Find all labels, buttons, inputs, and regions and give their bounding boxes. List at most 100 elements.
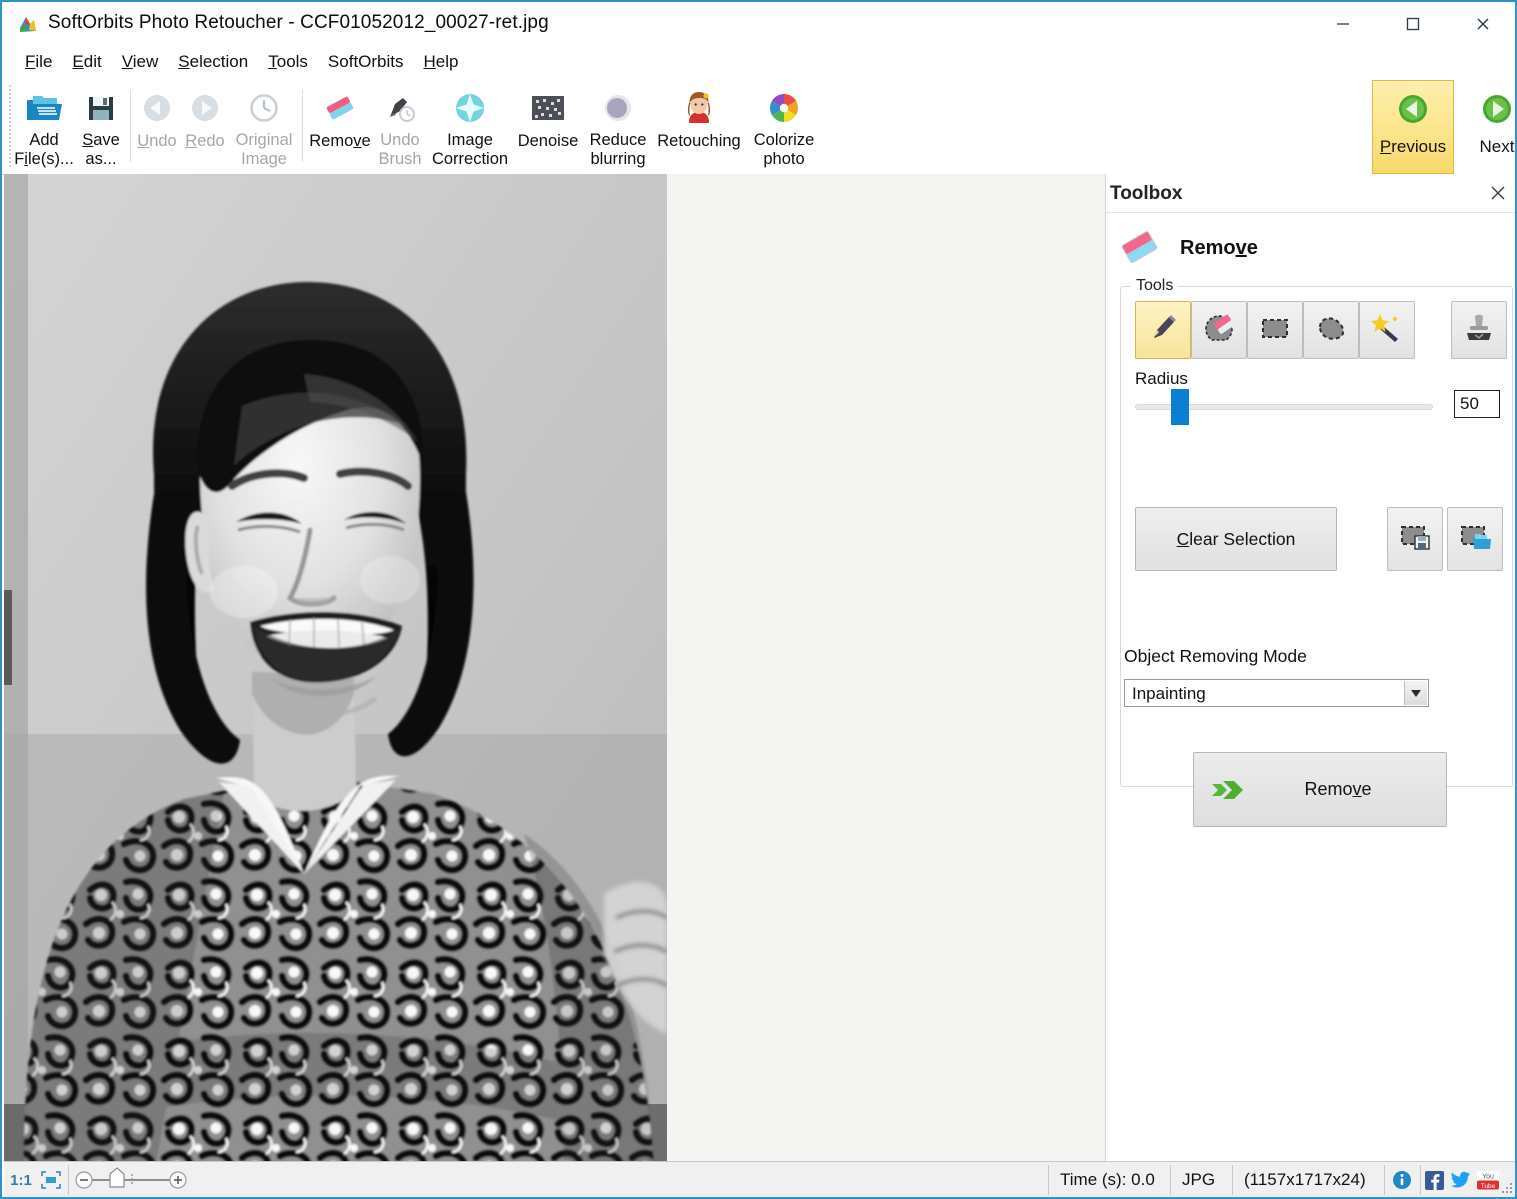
radius-label: Radius: [1135, 369, 1188, 388]
toolbar-label-original-image: Original Image: [235, 131, 293, 168]
svg-text:Tube: Tube: [1481, 1182, 1496, 1189]
next-label: Next: [1479, 137, 1515, 156]
close-button[interactable]: [1460, 2, 1506, 46]
toolbar-button-remove[interactable]: Remove: [307, 82, 373, 170]
green-left-arrow-icon: [1396, 85, 1430, 133]
status-divider: [1048, 1165, 1049, 1195]
menu-item-selection[interactable]: Selection: [169, 49, 257, 75]
toolbar-separator: [130, 90, 131, 162]
clock-history-icon: [247, 85, 281, 130]
toolbar-label-undo: Undo: [137, 132, 177, 150]
pencil-icon: [1146, 311, 1180, 350]
toolbar-gripper[interactable]: [8, 84, 12, 168]
toolbar-button-save-as[interactable]: Save as...: [76, 82, 126, 170]
open-folder-icon: [24, 85, 64, 130]
toolbar-button-reduce-blurring[interactable]: Reduce blurring: [583, 82, 653, 170]
svg-text:You: You: [1482, 1173, 1494, 1180]
toolbar-button-denoise[interactable]: Denoise: [513, 82, 583, 170]
brush-history-icon: [383, 85, 417, 130]
toolbar-label-remove: Remove: [309, 132, 371, 150]
toolbar-separator: [302, 90, 303, 162]
stamp-tool-button[interactable]: [1451, 301, 1507, 359]
status-divider: [68, 1165, 69, 1195]
tools-group: Tools Radius 50 Clear Selection: [1120, 277, 1513, 787]
navigation-group: Previous Next: [1372, 80, 1514, 174]
rubber-stamp-icon: [1462, 311, 1496, 350]
toolbar-label-reduce-blurring: Reduce blurring: [589, 131, 647, 168]
radius-value-input[interactable]: 50: [1454, 390, 1500, 418]
menu-item-tools[interactable]: Tools: [259, 49, 317, 75]
menu-item-file[interactable]: FFileile: [16, 49, 61, 75]
status-divider: [1420, 1165, 1421, 1195]
remove-action-button[interactable]: Remove: [1193, 752, 1447, 827]
toolbar-button-undo[interactable]: Undo: [135, 82, 179, 170]
object-removing-mode-label: Object Removing Mode: [1124, 646, 1307, 666]
object-removing-mode-value: Inpainting: [1132, 684, 1206, 703]
minimize-button[interactable]: [1320, 2, 1366, 46]
toolbar-button-undo-brush[interactable]: Undo Brush: [373, 82, 427, 170]
softorbits-logo-icon: [18, 15, 38, 35]
twitter-icon[interactable]: [1449, 1169, 1473, 1191]
toolbar-label-image-correction: Image Correction: [431, 131, 509, 168]
info-icon[interactable]: [1386, 1163, 1418, 1197]
object-removing-mode-select[interactable]: Inpainting: [1124, 679, 1429, 707]
eraser-tool-button[interactable]: [1191, 301, 1247, 359]
resize-grip-icon[interactable]: [1500, 1181, 1514, 1195]
rectangle-select-tool-button[interactable]: [1247, 301, 1303, 359]
close-icon[interactable]: [1488, 183, 1508, 203]
zoom-buttons-group: 1:1: [6, 1163, 66, 1197]
eraser-circle-icon: [1202, 311, 1236, 350]
toolbar-label-colorize-photo: Colorize photo: [753, 131, 815, 168]
color-wheel-icon: [766, 85, 802, 130]
toolbox-title: Toolbox: [1110, 183, 1183, 204]
lasso-select-tool-button[interactable]: [1303, 301, 1359, 359]
toolbar-label-retouching: Retouching: [657, 132, 741, 150]
toolbar-label-redo: Redo: [185, 132, 225, 150]
save-selection-icon: [1398, 522, 1432, 557]
next-image-button[interactable]: Next: [1456, 80, 1515, 174]
green-double-arrow-icon: [1202, 775, 1258, 805]
magic-wand-tool-button[interactable]: [1359, 301, 1415, 359]
menu-item-view[interactable]: View: [113, 49, 168, 75]
toolbar-label-denoise: Denoise: [517, 132, 579, 150]
floppy-disk-icon: [84, 85, 118, 130]
toolbar-button-add-files[interactable]: Add File(s)...: [14, 82, 74, 170]
status-bar: 1:1 Time (s): 0.0 JPG (1157x1717x24) You…: [4, 1161, 1515, 1197]
radius-slider-thumb[interactable]: [1171, 389, 1189, 425]
toolbox-mode-header: Remove: [1116, 220, 1258, 276]
photo-left-edge-shadow: [4, 590, 12, 685]
title-bar: SoftOrbits Photo Retoucher - CCF01052012…: [2, 2, 1515, 46]
eraser-icon: [1116, 225, 1164, 271]
load-selection-button[interactable]: [1447, 507, 1503, 571]
image-canvas-area[interactable]: [4, 174, 1105, 1161]
fit-to-window-icon[interactable]: [37, 1166, 65, 1194]
toolbar-label-save-as: Save as...: [82, 131, 120, 168]
toolbar-label-add-files: Add File(s)...: [14, 131, 74, 168]
menu-item-edit[interactable]: Edit: [63, 49, 110, 75]
status-divider: [1170, 1165, 1171, 1195]
save-selection-button[interactable]: [1387, 507, 1443, 571]
social-links-group: You Tube: [1422, 1163, 1508, 1197]
previous-label: Previous: [1379, 137, 1447, 156]
toolbar-button-original-image[interactable]: Original Image: [231, 82, 297, 170]
photo-image[interactable]: [4, 174, 667, 1161]
chevron-down-icon[interactable]: [1404, 681, 1427, 705]
toolbar-button-image-correction[interactable]: Image Correction: [427, 82, 513, 170]
maximize-button[interactable]: [1390, 2, 1436, 46]
menu-item-softorbits[interactable]: SoftOrbits: [319, 49, 413, 75]
arrow-right-circle-icon: [188, 85, 222, 131]
zoom-1to1-button[interactable]: 1:1: [7, 1166, 35, 1194]
portrait-woman-icon: [681, 85, 717, 131]
menu-item-help[interactable]: Help: [415, 49, 468, 75]
toolbar-button-colorize-photo[interactable]: Colorize photo: [745, 82, 823, 170]
clear-selection-button[interactable]: Clear Selection: [1135, 507, 1337, 571]
toolbar-button-redo[interactable]: Redo: [183, 82, 227, 170]
previous-image-button[interactable]: Previous: [1372, 80, 1454, 174]
format-status: JPG: [1182, 1170, 1216, 1189]
facebook-icon[interactable]: [1422, 1169, 1446, 1191]
zoom-slider[interactable]: [72, 1163, 192, 1197]
toolbar-button-retouching[interactable]: Retouching: [653, 82, 745, 170]
pencil-tool-button[interactable]: [1135, 301, 1191, 359]
noise-grid-icon: [529, 85, 567, 131]
youtube-icon[interactable]: You Tube: [1476, 1169, 1500, 1191]
